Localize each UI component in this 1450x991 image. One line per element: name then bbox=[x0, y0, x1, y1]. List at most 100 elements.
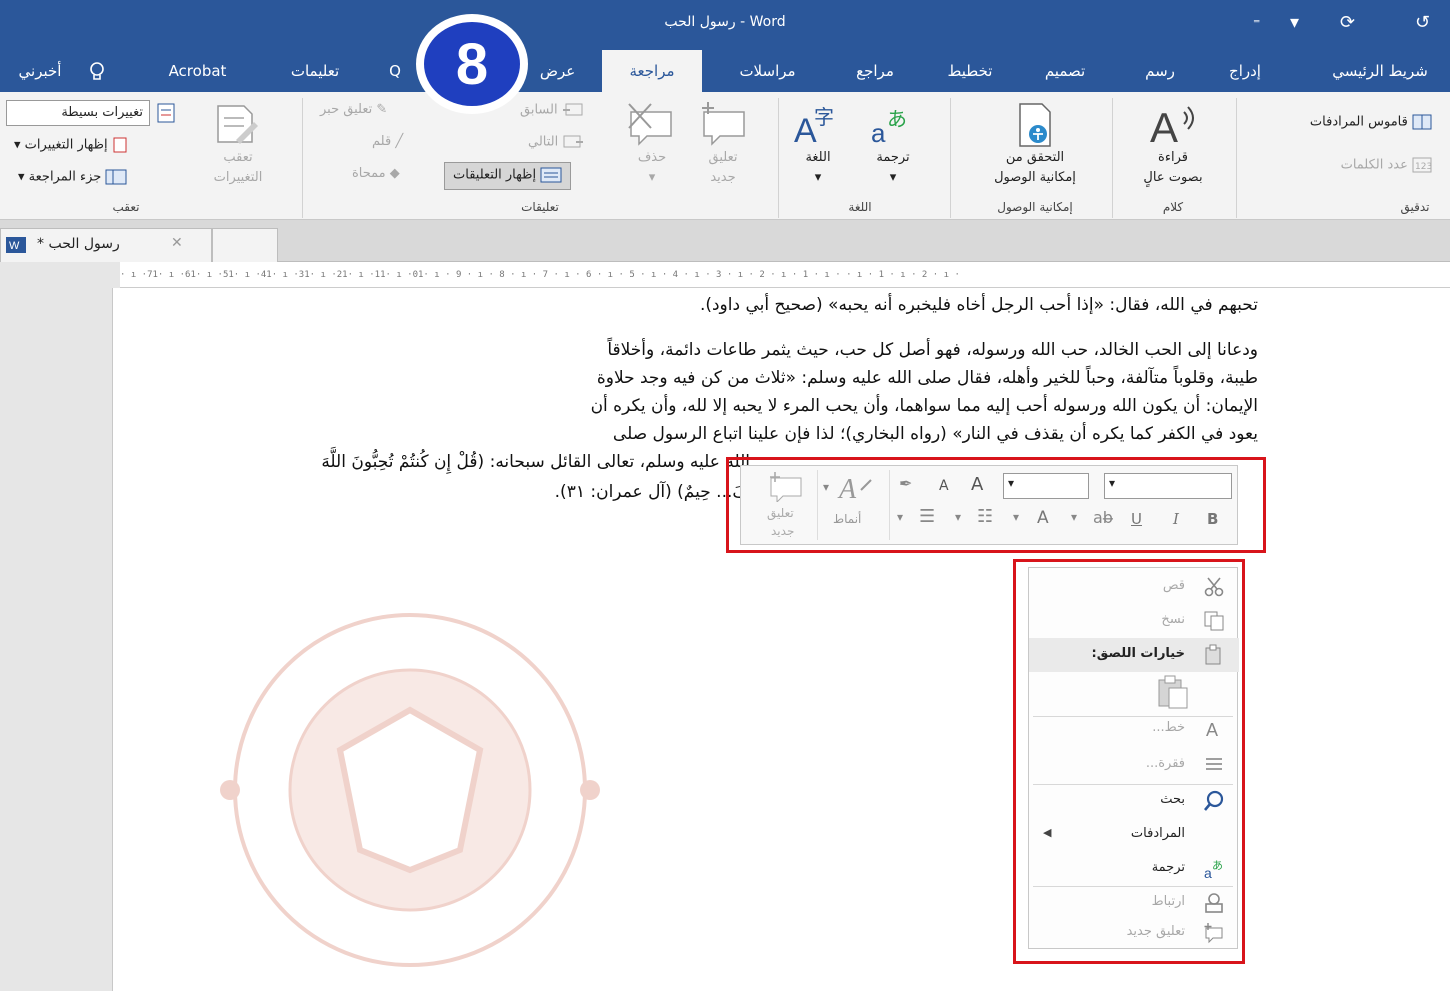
customize-qat-icon[interactable]: ▾ bbox=[1290, 12, 1299, 33]
language-icon: A 字 bbox=[794, 105, 834, 146]
accessibility-check-icon bbox=[1019, 103, 1051, 147]
redo-icon[interactable]: ⟳ bbox=[1340, 12, 1355, 33]
new-document-tab[interactable] bbox=[212, 228, 278, 262]
tab-hidden[interactable]: Q bbox=[380, 50, 410, 92]
track-changes-label-1[interactable]: تعقب bbox=[200, 150, 276, 165]
translate-dropdown-icon[interactable]: ▾ bbox=[860, 170, 926, 185]
tab-references[interactable]: مراجع bbox=[840, 50, 910, 92]
read-aloud-label-1[interactable]: قراءة bbox=[1120, 150, 1226, 165]
document-tab-strip: W رسول الحب * ✕ bbox=[0, 220, 1450, 262]
step-number-badge: 8 bbox=[416, 14, 528, 114]
new-comment-label-1[interactable]: تعليق bbox=[692, 150, 754, 165]
next-comment-button[interactable]: التالي bbox=[528, 134, 584, 150]
previous-comment-icon bbox=[562, 103, 583, 116]
show-markup-dropdown-icon: ▾ bbox=[14, 137, 21, 153]
lightbulb-icon bbox=[90, 62, 104, 80]
tab-home[interactable]: شريط الرئيسي bbox=[1310, 50, 1450, 92]
doc-line[interactable]: الإيمان: أن يكون الله ورسوله أحب إليه مم… bbox=[591, 396, 1258, 416]
word-document-icon: W bbox=[6, 237, 26, 253]
new-comment-label-2[interactable]: جديد bbox=[692, 170, 754, 185]
ribbon-separator bbox=[1236, 98, 1237, 218]
undo-icon[interactable]: ↺ bbox=[1415, 12, 1430, 33]
show-markup-button[interactable]: ▾ إظهار التغييرات bbox=[14, 136, 130, 154]
svg-text:字: 字 bbox=[814, 105, 834, 129]
group-label-accessibility: إمكانية الوصول bbox=[997, 200, 1073, 214]
tab-review[interactable]: مراجعة bbox=[602, 50, 702, 92]
group-label-comments: تعليقات bbox=[521, 200, 559, 214]
markup-select[interactable]: تغييرات بسيطة bbox=[6, 100, 150, 126]
thesaurus-button[interactable]: قاموس المرادفات bbox=[1310, 114, 1432, 130]
title-bar: رسول الحب - Word ↺ ⟳ ▾ ⁼ bbox=[0, 0, 1450, 50]
tab-layout[interactable]: تخطيط bbox=[935, 50, 1005, 92]
next-comment-icon bbox=[563, 135, 584, 148]
svg-text:a: a bbox=[871, 118, 886, 146]
eraser-icon: ◆ bbox=[389, 166, 400, 181]
more-icon[interactable]: ⁼ bbox=[1253, 16, 1260, 32]
doc-line[interactable]: فَ... حِيمٌ) (آل عمران: ٣١). bbox=[555, 482, 750, 502]
window-title: رسول الحب - Word bbox=[664, 14, 786, 30]
tab-tell-me[interactable]: أخبرني bbox=[0, 50, 80, 92]
accessibility-check-label-2[interactable]: إمكانية الوصول bbox=[960, 170, 1110, 185]
ribbon-separator bbox=[302, 98, 303, 218]
markup-icon bbox=[157, 103, 175, 123]
svg-text:123: 123 bbox=[1415, 162, 1432, 172]
document-tab[interactable]: W رسول الحب * ✕ bbox=[0, 228, 212, 262]
language-dropdown-icon[interactable]: ▾ bbox=[785, 170, 851, 185]
ink-comment-button[interactable]: تعليق حبر ✎ bbox=[320, 102, 387, 117]
doc-line[interactable]: تحبهم في الله، فقال: «إذا أحب الرجل أخاه… bbox=[700, 295, 1258, 315]
svg-text:A: A bbox=[1150, 104, 1178, 148]
tab-draw[interactable]: رسم bbox=[1130, 50, 1190, 92]
reviewing-pane-dropdown-icon: ▾ bbox=[18, 169, 25, 185]
reviewing-pane-button[interactable]: ▾ جزء المراجعة bbox=[18, 168, 127, 186]
accessibility-check-label-1[interactable]: التحقق من bbox=[960, 150, 1110, 165]
pen-icon: ╱ bbox=[395, 134, 404, 149]
ribbon-separator bbox=[1112, 98, 1113, 218]
reviewing-pane-icon bbox=[105, 169, 127, 185]
group-label-tracking: تعقب bbox=[112, 200, 140, 214]
group-label-language: اللغة bbox=[848, 200, 872, 214]
horizontal-ruler[interactable]: · ı ·71· ı ·61· ı ·51· ı ·41· ı ·31· ı ·… bbox=[120, 262, 1450, 288]
svg-text:8: 8 bbox=[456, 32, 488, 97]
delete-comment-icon bbox=[628, 103, 672, 146]
tab-view[interactable]: عرض bbox=[530, 50, 585, 92]
tab-mailings[interactable]: مراسلات bbox=[720, 50, 815, 92]
read-aloud-icon: A bbox=[1150, 104, 1194, 148]
word-count-icon: 123 bbox=[1412, 157, 1432, 173]
doc-line[interactable]: ودعانا إلى الحب الخالد، حب الله ورسوله، … bbox=[607, 340, 1258, 360]
eraser-button[interactable]: ممحاة ◆ bbox=[352, 166, 400, 181]
ribbon: قاموس المرادفات عدد الكلمات 123 تدقيق A … bbox=[0, 92, 1450, 220]
tab-acrobat[interactable]: Acrobat bbox=[150, 50, 245, 92]
pen-button[interactable]: قلم ╱ bbox=[372, 134, 403, 149]
context-menu-highlight bbox=[1013, 559, 1245, 964]
track-changes-icon bbox=[217, 105, 258, 144]
doc-line[interactable]: الله عليه وسلم، تعالى القائل سبحانه: (قُ… bbox=[321, 452, 750, 472]
doc-line[interactable]: طيبة، وقلوباً متآلفة، وحباً للخير وأهله،… bbox=[597, 368, 1258, 388]
show-comments-icon bbox=[540, 167, 562, 183]
ribbon-separator bbox=[950, 98, 951, 218]
new-comment-icon bbox=[702, 102, 745, 146]
group-label-speech: كلام bbox=[1162, 200, 1184, 214]
tab-help[interactable]: تعليمات bbox=[270, 50, 360, 92]
ribbon-tab-bar: شريط الرئيسي إدراج رسم تصميم تخطيط مراجع… bbox=[0, 50, 1450, 92]
track-changes-label-2[interactable]: التغييرات bbox=[196, 170, 280, 185]
delete-comment-button[interactable]: حذف bbox=[622, 150, 682, 165]
translate-button[interactable]: ترجمة bbox=[860, 150, 926, 165]
svg-text:W: W bbox=[9, 240, 20, 252]
tab-design[interactable]: تصميم bbox=[1030, 50, 1100, 92]
translate-icon: a あ bbox=[871, 107, 907, 146]
mini-toolbar-highlight bbox=[726, 457, 1266, 553]
tab-insert[interactable]: إدراج bbox=[1215, 50, 1275, 92]
ribbon-separator bbox=[778, 98, 779, 218]
watermark-logo bbox=[220, 613, 600, 967]
group-label-proofing: تدقيق bbox=[1400, 200, 1430, 214]
show-comments-button[interactable]: إظهار التعليقات bbox=[444, 162, 572, 190]
language-button[interactable]: اللغة bbox=[785, 150, 851, 165]
delete-dropdown-icon[interactable]: ▾ bbox=[622, 170, 682, 185]
thesaurus-icon bbox=[1412, 114, 1432, 130]
svg-text:あ: あ bbox=[887, 107, 907, 131]
word-count-button[interactable]: عدد الكلمات 123 bbox=[1341, 157, 1432, 173]
close-tab-icon[interactable]: ✕ bbox=[171, 235, 183, 251]
ink-comment-icon: ✎ bbox=[376, 102, 388, 117]
read-aloud-label-2[interactable]: بصوت عالٍ bbox=[1120, 170, 1226, 185]
doc-line[interactable]: يعود في الكفر كما يكره أن يقذف في النار»… bbox=[613, 424, 1258, 444]
